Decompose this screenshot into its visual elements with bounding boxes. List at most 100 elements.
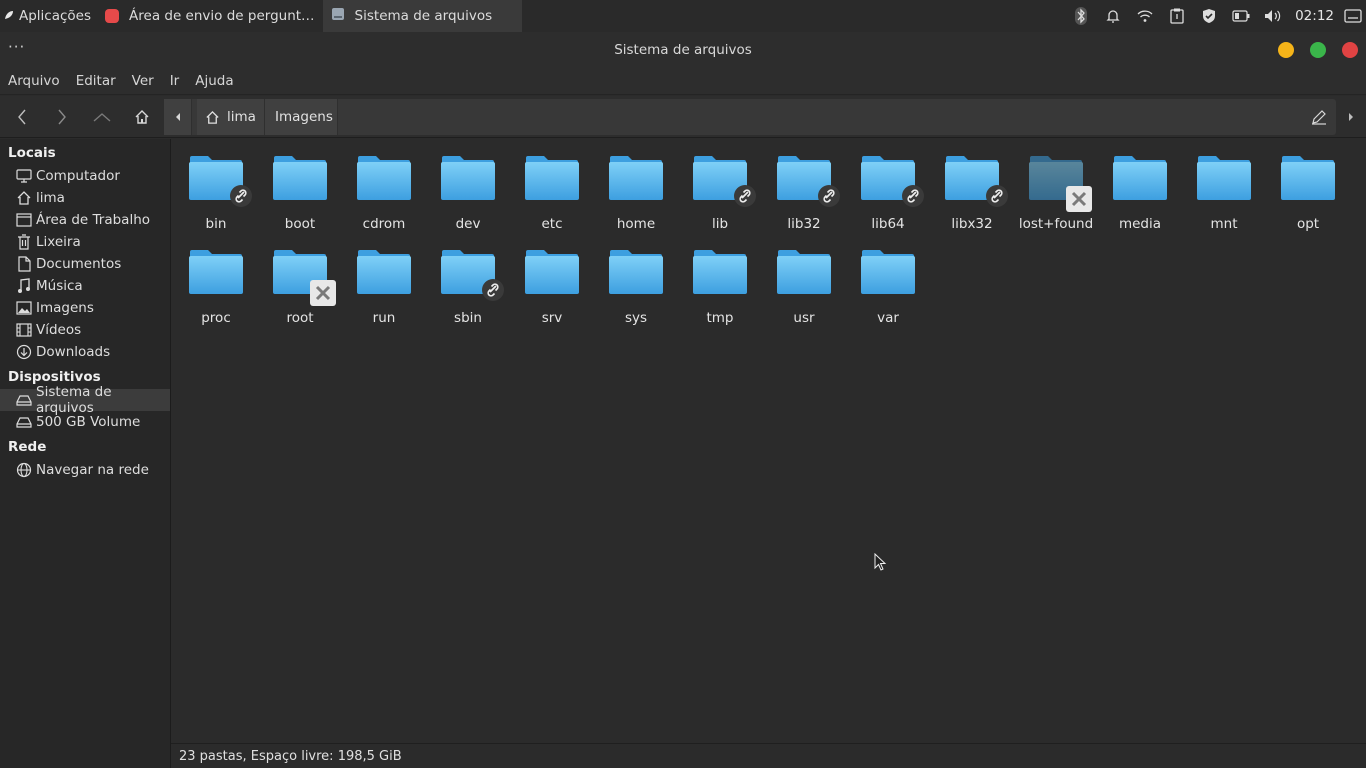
folder-item[interactable]: home — [594, 141, 678, 235]
sidebar-item-label: Lixeira — [36, 234, 81, 250]
folder-item[interactable]: cdrom — [342, 141, 426, 235]
desktop: Aplicações Área de envio de pergunt… Sis… — [0, 0, 1366, 768]
sidebar-item-downloads[interactable]: Downloads — [0, 341, 170, 363]
folder-item[interactable]: dev — [426, 141, 510, 235]
clipboard-icon[interactable] — [1161, 0, 1193, 32]
edit-location-button[interactable] — [1304, 99, 1334, 135]
clock[interactable]: 02:12 — [1289, 8, 1340, 24]
path-scroll-left-button[interactable] — [164, 99, 192, 135]
no-access-emblem-icon — [1066, 186, 1092, 212]
bell-icon[interactable] — [1097, 0, 1129, 32]
folder-item[interactable]: proc — [174, 235, 258, 329]
sidebar-item-500gb-volume[interactable]: 500 GB Volume — [0, 411, 170, 433]
folder-icon — [609, 250, 663, 294]
pencil-icon — [1312, 110, 1326, 125]
path-bar: lima Imagens — [164, 99, 1336, 135]
toolbar: lima Imagens — [0, 96, 1366, 138]
file-view[interactable]: bin boot cdrom dev etc home lib lib32 lib64 libx3… — [171, 139, 1366, 743]
music-icon — [16, 278, 32, 294]
folder-item[interactable]: sys — [594, 235, 678, 329]
menu-ver[interactable]: Ver — [124, 73, 162, 89]
sidebar: Locais Computador lima Área de Trabalho … — [0, 139, 171, 768]
back-button[interactable] — [7, 102, 37, 132]
folder-item[interactable]: lib32 — [762, 141, 846, 235]
wifi-icon[interactable] — [1129, 0, 1161, 32]
forward-button[interactable] — [47, 102, 77, 132]
folder-item[interactable]: opt — [1266, 141, 1350, 235]
folder-label: sbin — [454, 310, 482, 326]
folder-label: cdrom — [362, 216, 406, 232]
folder-item[interactable]: usr — [762, 235, 846, 329]
up-button[interactable] — [87, 102, 117, 132]
volume-icon[interactable] — [1257, 0, 1289, 32]
path-scroll-right-button[interactable] — [1336, 102, 1366, 132]
folder-item[interactable]: srv — [510, 235, 594, 329]
menu-editar[interactable]: Editar — [68, 73, 124, 89]
taskbar-item-label: Sistema de arquivos — [354, 8, 493, 24]
window-title: Sistema de arquivos — [614, 42, 752, 58]
sidebar-item-navegar-na-rede[interactable]: Navegar na rede — [0, 459, 170, 481]
folder-label: libx32 — [951, 216, 993, 232]
menu-ir[interactable]: Ir — [162, 73, 188, 89]
sidebar-item-label: Navegar na rede — [36, 462, 149, 478]
symlink-emblem-icon — [734, 185, 756, 207]
sidebar-item-label: 500 GB Volume — [36, 414, 141, 430]
folder-item[interactable]: boot — [258, 141, 342, 235]
window-titlebar[interactable]: ··· Sistema de arquivos — [0, 32, 1366, 68]
symlink-emblem-icon — [230, 185, 252, 207]
home-icon — [206, 110, 219, 124]
folder-item[interactable]: mnt — [1182, 141, 1266, 235]
folder-item[interactable]: lost+found — [1014, 141, 1098, 235]
sidebar-item-documentos[interactable]: Documentos — [0, 253, 170, 275]
maximize-button[interactable] — [1310, 42, 1326, 58]
bluetooth-icon[interactable] — [1065, 0, 1097, 32]
sidebar-item-area-de-trabalho[interactable]: Área de Trabalho — [0, 209, 170, 231]
download-icon — [16, 344, 32, 360]
folder-label: bin — [205, 216, 227, 232]
folder-item[interactable]: root — [258, 235, 342, 329]
display-icon[interactable] — [1340, 0, 1366, 32]
folder-item[interactable]: run — [342, 235, 426, 329]
sidebar-section-rede: Rede — [8, 439, 47, 455]
sidebar-item-imagens[interactable]: Imagens — [0, 297, 170, 319]
symlink-emblem-icon — [818, 185, 840, 207]
folder-item[interactable]: lib — [678, 141, 762, 235]
taskbar-item-browser[interactable]: Área de envio de pergunt… — [97, 0, 323, 32]
folder-item[interactable]: var — [846, 235, 930, 329]
sidebar-item-lixeira[interactable]: Lixeira — [0, 231, 170, 253]
folder-item[interactable]: bin — [174, 141, 258, 235]
folder-item[interactable]: libx32 — [930, 141, 1014, 235]
sidebar-item-lima[interactable]: lima — [0, 187, 170, 209]
battery-icon[interactable] — [1225, 0, 1257, 32]
folder-item[interactable]: sbin — [426, 235, 510, 329]
home-button[interactable] — [127, 102, 157, 132]
sidebar-item-musica[interactable]: Música — [0, 275, 170, 297]
breadcrumb-imagens[interactable]: Imagens — [265, 99, 338, 135]
folder-item[interactable]: tmp — [678, 235, 762, 329]
sidebar-item-sistema-de-arquivos[interactable]: Sistema de arquivos — [0, 384, 170, 416]
folder-label: home — [616, 216, 656, 232]
folder-icon — [441, 156, 495, 200]
folder-label: etc — [541, 216, 563, 232]
folder-label: dev — [455, 216, 481, 232]
breadcrumb-lima[interactable]: lima — [197, 99, 265, 135]
close-button[interactable] — [1342, 42, 1358, 58]
status-text: 23 pastas, Espaço livre: 198,5 GiB — [179, 749, 402, 764]
sidebar-item-label: Computador — [36, 168, 120, 184]
sidebar-item-computador[interactable]: Computador — [0, 165, 170, 187]
applications-menu[interactable]: Aplicações — [0, 0, 97, 32]
minimize-button[interactable] — [1278, 42, 1294, 58]
taskbar-item-filemanager[interactable]: Sistema de arquivos — [322, 0, 522, 32]
sidebar-section-locais: Locais — [8, 145, 56, 161]
folder-label: proc — [201, 310, 231, 326]
menu-arquivo[interactable]: Arquivo — [0, 73, 68, 89]
folder-icon — [357, 156, 411, 200]
shield-icon[interactable] — [1193, 0, 1225, 32]
leaf-icon — [4, 8, 14, 24]
folder-item[interactable]: lib64 — [846, 141, 930, 235]
sidebar-item-videos[interactable]: Vídeos — [0, 319, 170, 341]
sidebar-item-label: lima — [36, 190, 65, 206]
menu-ajuda[interactable]: Ajuda — [187, 73, 241, 89]
folder-item[interactable]: media — [1098, 141, 1182, 235]
folder-item[interactable]: etc — [510, 141, 594, 235]
